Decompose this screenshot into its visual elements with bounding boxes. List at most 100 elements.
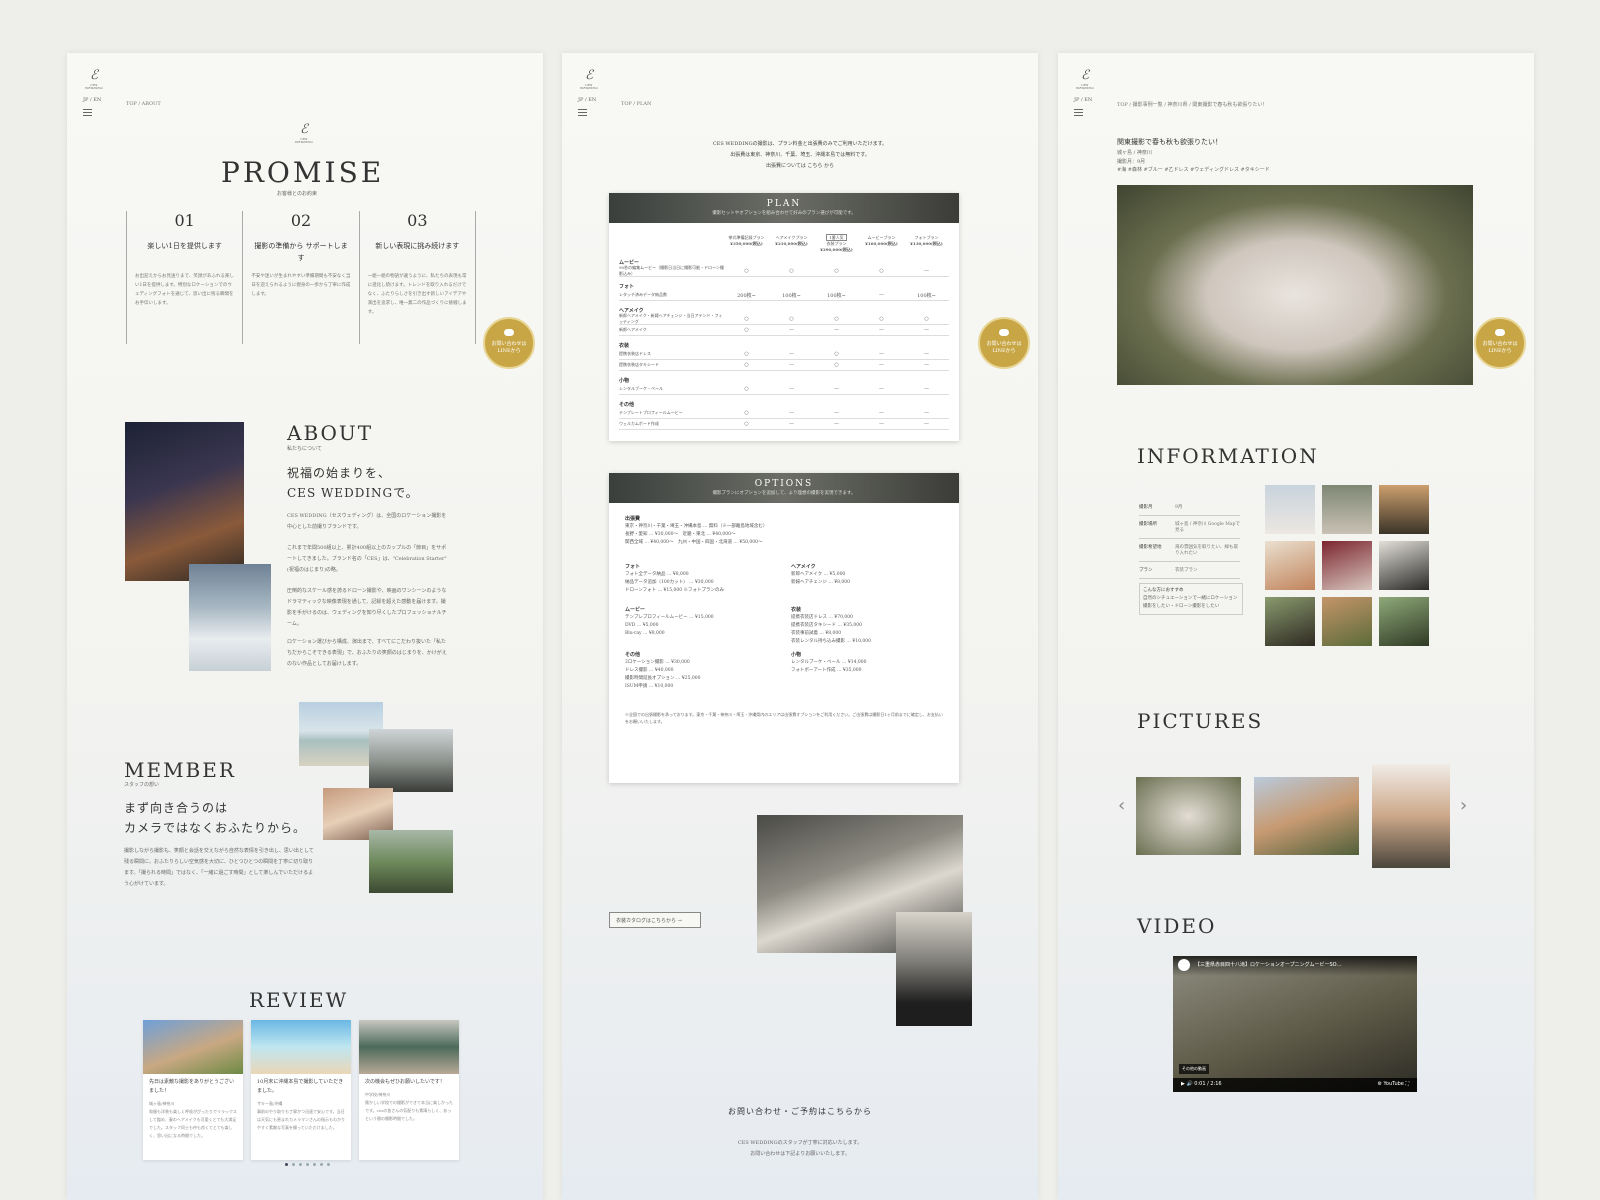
plan-section-label: 衣装	[619, 343, 630, 349]
plan-row: テンプレートプロフィールムービー ○ — — — —	[619, 408, 949, 419]
breadcrumb: TOP / 撮影事例一覧 / 神奈川県 / 関東撮影で春も秋も欲張りたい！	[1117, 102, 1268, 108]
language-switch[interactable]: JP / EN	[578, 97, 596, 103]
review-card-body: 事前のやり取りも丁寧かつ迅速で安心です。当日は天気にも恵まれカメラマンさんの指示…	[257, 1109, 345, 1130]
review-photo	[143, 1020, 243, 1074]
gallery-thumb[interactable]	[1379, 597, 1429, 646]
plan-row: 新郎ヘアメイク・新婦ヘアチェンジ・当日アテンド・フィッティング ○ ○ ○ ○ ○	[619, 313, 949, 325]
costume-catalog-button[interactable]: 衣装カタログはこちらから →	[609, 912, 701, 928]
play-icon[interactable]: ▶	[1181, 1081, 1185, 1087]
picture-slide[interactable]	[1136, 777, 1241, 855]
promise-item: 01 楽しい1日を提供します お出迎えからお見送りまで、笑顔があふれる楽しい1日…	[126, 211, 242, 344]
contact-title: お問い合わせ・ご予約はこちらから	[728, 1107, 872, 1116]
gallery-thumb[interactable]	[1379, 541, 1429, 590]
member-title: MEMBER	[124, 758, 236, 782]
video-title-bar: 【三重県赤目四十八滝】ロケーションオープニングムービーSO…	[1173, 956, 1417, 976]
channel-avatar-icon	[1178, 959, 1190, 971]
options-header: OPTIONS 撮影プランにオプションを追加して、より理想の撮影を実現できます。	[609, 473, 959, 503]
youtube-video-player[interactable]: 【三重県赤目四十八滝】ロケーションオープニングムービーSO… その他の動画 ▶ …	[1173, 956, 1417, 1092]
plan-section-label: フォト	[619, 284, 635, 290]
about-title: ABOUT	[287, 421, 374, 445]
plan-row: 提携衣装店ドレス ○ — ○ — —	[619, 349, 949, 360]
video-source[interactable]: ⚙ YouTube ⛶	[1377, 1081, 1409, 1087]
promise-item: 02 撮影の準備から サポートします 不安や迷いが生まれやすい準備期間も不安なく…	[242, 211, 358, 344]
chat-bubble-icon	[1495, 329, 1505, 336]
more-videos-badge[interactable]: その他の動画	[1179, 1064, 1209, 1074]
line-contact-button[interactable]: お問い合わせは LINEから	[483, 317, 535, 369]
plan-row: レタッチ済みデータ納品数 200枚~ 100枚~ 100枚~ —100枚~	[619, 290, 949, 301]
case-tags: #海 #森林 #ブルー #乙ドレス #ウェディングドレス #タキシード	[1117, 167, 1270, 173]
about-heading: 祝福の始まりを、 CES WEDDINGで。	[287, 466, 419, 500]
about-photo-snow	[189, 564, 271, 671]
pictures-title: PICTURES	[1137, 709, 1264, 733]
review-card-title: 10月末に沖縄本島で撮影していただきました。	[257, 1079, 344, 1094]
option-group: ムービー テンプレプロフィールムービー … ¥15,000 DVD … ¥5,000…	[625, 607, 714, 636]
plan-row: 90秒の編集ムービー（撮影日当日に撮影可能・ドローン撮影込み） ○ ○ ○ ○ —	[619, 265, 949, 277]
volume-icon[interactable]: 🔊	[1186, 1081, 1192, 1087]
case-page-panel: ℰ CES WEDDING JP / EN TOP / 撮影事例一覧 / 神奈川県…	[1058, 53, 1534, 1200]
line-contact-button[interactable]: お問い合わせは LINEから	[1474, 317, 1526, 369]
brand-logo[interactable]: ℰ CES WEDDING	[578, 69, 600, 90]
gallery-thumb[interactable]	[1265, 597, 1315, 646]
review-card[interactable]: 先日は素敵な撮影をありがとうございました！ 城ヶ島/神奈川 和服も洋装も楽しく呼…	[143, 1020, 243, 1160]
picture-slide[interactable]	[1372, 764, 1450, 868]
information-list: 撮影月 9月 撮影場所 城ヶ島 / 神奈川 Google Mapで見る 撮影希望地海…	[1139, 499, 1243, 615]
gallery-thumb[interactable]	[1379, 485, 1429, 534]
info-row: 撮影場所 城ヶ島 / 神奈川 Google Mapで見る	[1139, 516, 1240, 539]
review-card-body: 和服も洋装も楽しく呼吸がぴったりでリラックスして臨め、妻のヘアメイクも可愛くとて…	[149, 1109, 237, 1138]
plan-row: 提携衣装店タキシード ○ — ○ — —	[619, 360, 949, 371]
options-card: OPTIONS 撮影プランにオプションを追加して、より理想の撮影を実現できます。 …	[609, 473, 959, 783]
plan-row: ウェルカムボード作成 ○ — — — —	[619, 419, 949, 430]
about-subtitle: 私たちについて	[287, 446, 322, 452]
brand-logo[interactable]: ℰ CES WEDDING	[1074, 69, 1096, 90]
case-place: 城ヶ島 / 神奈川	[1117, 150, 1152, 156]
center-logo: ℰ CES WEDDING	[295, 122, 313, 144]
option-group: フォト フォト全データ納品 … ¥8,000 納品データ追加（100カット） … ¥…	[625, 564, 725, 593]
contact-text: CES WEDDINGのスタッフが丁寧に対応いたします。 お問い合わせは下記よりお…	[737, 1140, 863, 1157]
option-group: 小物 レンタルブーケ・ベール … ¥14,000 フォトボーアート作成 … ¥35,…	[791, 652, 867, 673]
information-title: INFORMATION	[1137, 444, 1319, 468]
gallery-thumb[interactable]	[1265, 541, 1315, 590]
breadcrumb: TOP / PLAN	[621, 101, 652, 107]
option-group: ヘアメイク 新郎ヘアメイク … ¥5,000 新婦ヘアチェンジ … ¥8,000	[791, 564, 851, 585]
video-time: 0:01 / 2:16	[1194, 1081, 1222, 1087]
gallery-thumb[interactable]	[1265, 485, 1315, 534]
line-contact-button[interactable]: お問い合わせは LINEから	[978, 317, 1030, 369]
recommend-box: こんな方におすすめ 自然のシチュエーションで一緒にロケーション撮影をしたい・ドロー…	[1139, 583, 1243, 615]
about-text-4: ロケーション選びから構成、演出まで、すべてにこだわり抜いた「私たちだからこそでき…	[287, 639, 447, 667]
language-switch[interactable]: JP / EN	[1074, 97, 1092, 103]
review-title: REVIEW	[249, 988, 349, 1012]
chat-bubble-icon	[999, 329, 1009, 336]
plan-table-card: PLAN 撮影セットやオプションを組み合わせて好みのプラン選びが可能です。 挙式準…	[609, 193, 959, 441]
gallery-thumb[interactable]	[1322, 597, 1372, 646]
review-photo	[251, 1020, 351, 1074]
info-row: 撮影希望地 海の雰囲気を取りたい、緑も取り入れたい	[1139, 539, 1240, 562]
options-notes: ※全国での出張撮影を承っております。東京・千葉・神奈川・埼玉・沖縄県内のエリアは…	[625, 712, 943, 724]
information-photo-grid	[1265, 485, 1429, 646]
plan-table-body: ムービー 90秒の編集ムービー（撮影日当日に撮影可能・ドローン撮影込み） ○ ○ ○ ○ —…	[609, 253, 959, 430]
gallery-thumb[interactable]	[1322, 485, 1372, 534]
review-card-title: 次の機会もぜひお願いしたいです！	[365, 1079, 445, 1085]
plan-intro: CES WEDDINGの撮影は、プラン料金と出張費のみでご利用いただけます。 出張…	[712, 141, 888, 169]
option-group: その他 2ロケーション撮影 … ¥30,000 ドレス撮影 … ¥40,000 撮影時…	[625, 652, 701, 689]
review-card-place: 中学校/神奈川	[365, 1092, 391, 1097]
brand-logo[interactable]: ℰ CES WEDDING	[83, 69, 105, 90]
gallery-thumb[interactable]	[1322, 541, 1372, 590]
case-title: 関東撮影で春も秋も欲張りたい！	[1117, 138, 1222, 146]
video-controls[interactable]: ▶ 🔊 0:01 / 2:16 ⚙ YouTube ⛶	[1173, 1078, 1417, 1092]
review-card-place: ザキー島/沖縄	[257, 1101, 283, 1106]
fullscreen-icon: ⛶	[1405, 1081, 1409, 1087]
hamburger-menu-icon[interactable]	[578, 109, 587, 118]
chevron-left-icon[interactable]: ‹	[1118, 795, 1125, 816]
review-card[interactable]: 10月末に沖縄本島で撮影していただきました。 ザキー島/沖縄 事前のやり取りも丁…	[251, 1020, 351, 1160]
case-hero-photo	[1117, 185, 1473, 385]
member-subtitle: スタッフの想い	[124, 782, 160, 788]
review-card[interactable]: 次の機会もぜひお願いしたいです！ 中学校/神奈川 懐かしい学校での撮影ができて本…	[359, 1020, 459, 1160]
review-pagination[interactable]	[285, 1163, 330, 1166]
option-group: 衣装 提携衣装店ドレス … ¥70,000 提携衣装店タキシード … ¥35,000…	[791, 607, 871, 644]
picture-slide[interactable]	[1254, 777, 1359, 855]
hamburger-menu-icon[interactable]	[1074, 109, 1083, 118]
chevron-right-icon[interactable]: ›	[1460, 795, 1467, 816]
hamburger-menu-icon[interactable]	[83, 109, 92, 118]
video-title: VIDEO	[1137, 914, 1217, 938]
language-switch[interactable]: JP / EN	[83, 97, 101, 103]
